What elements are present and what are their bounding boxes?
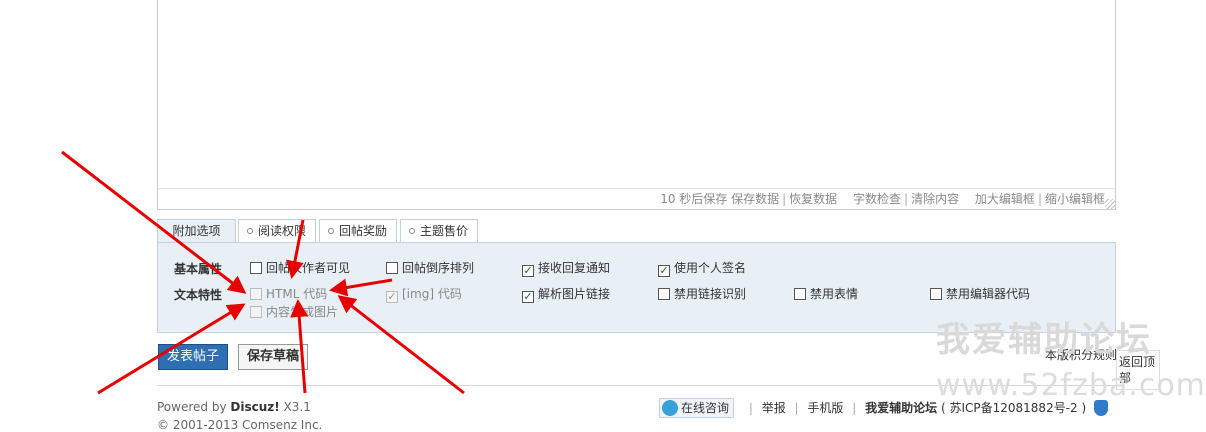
text-features-label: 文本特性 [174, 288, 223, 302]
tab-thread-price[interactable]: 主题售价 [400, 219, 478, 242]
option-img-code[interactable]: ✓ [img] 代码 [386, 286, 462, 303]
tab-read-permission[interactable]: 阅读权限 [238, 219, 316, 242]
clear-content-link[interactable]: 清除内容 [911, 192, 959, 206]
option-reply-reverse-order[interactable]: 回帖倒序排列 [386, 260, 474, 276]
checkbox-checked-disabled[interactable]: ✓ [386, 291, 398, 303]
resize-grip-icon[interactable] [1105, 199, 1115, 209]
checkbox[interactable] [250, 262, 262, 274]
checkbox[interactable] [386, 262, 398, 274]
checkbox-checked[interactable]: ✓ [658, 265, 670, 277]
option-disable-smilies[interactable]: 禁用表情 [794, 286, 858, 302]
save-draft-button[interactable]: 保存草稿 [238, 344, 308, 370]
checkbox[interactable] [930, 288, 942, 300]
option-parse-image-links[interactable]: ✓ 解析图片链接 [522, 286, 610, 303]
discuz-link[interactable]: Discuz! [230, 400, 279, 414]
enlarge-editor-link[interactable]: 加大编辑框 [975, 192, 1035, 206]
option-content-to-image[interactable]: 内容生成图片 [250, 304, 338, 320]
bullet-icon [328, 228, 334, 234]
option-receive-reply-notice[interactable]: ✓ 接收回复通知 [522, 260, 610, 277]
checkbox-disabled[interactable] [250, 306, 262, 318]
tab-extra-options[interactable]: 附加选项 [157, 219, 236, 243]
copyright-text: © 2001-2013 Comsenz Inc. [157, 418, 323, 432]
tab-reply-reward[interactable]: 回帖奖励 [319, 219, 397, 242]
checkbox[interactable] [658, 288, 670, 300]
autosave-countdown: 10 秒后保存 [660, 192, 728, 206]
save-data-link[interactable]: 保存数据 [731, 192, 779, 206]
checkbox-checked[interactable]: ✓ [522, 291, 534, 303]
bullet-icon [409, 228, 415, 234]
checkbox-checked[interactable]: ✓ [522, 265, 534, 277]
chat-icon [661, 400, 678, 416]
option-reply-author-only[interactable]: 回帖仅作者可见 [250, 260, 350, 276]
watermark-title: 我爱辅助论坛 [936, 320, 1152, 360]
mobile-version-link[interactable]: 手机版 [807, 401, 843, 415]
site-name-link[interactable]: 我爱辅助论坛 [865, 401, 937, 415]
restore-data-link[interactable]: 恢复数据 [789, 192, 837, 206]
option-disable-link-detect[interactable]: 禁用链接识别 [658, 286, 746, 302]
option-use-signature[interactable]: ✓ 使用个人签名 [658, 260, 746, 277]
watermark-url: www.52fzba.com [936, 368, 1206, 403]
post-editor[interactable]: 10 秒后保存 保存数据 | 恢复数据 字数检查 | 清除内容 加大编辑框 | 缩小编辑框 [157, 0, 1116, 210]
online-consult-button[interactable]: 在线咨询 [658, 398, 734, 418]
option-disable-editor-code[interactable]: 禁用编辑器代码 [930, 286, 1030, 302]
checkbox-disabled[interactable] [250, 288, 262, 300]
editor-status-bar: 10 秒后保存 保存数据 | 恢复数据 字数检查 | 清除内容 加大编辑框 | 缩小编辑框 [158, 188, 1115, 209]
powered-by: Powered by Discuz! X3.1 [157, 400, 311, 414]
icp-link[interactable]: ( 苏ICP备12081882号-2 ) [941, 401, 1086, 415]
post-thread-button[interactable]: 发表帖子 [158, 344, 228, 370]
word-check-link[interactable]: 字数检查 [853, 192, 901, 206]
basic-attributes-label: 基本属性 [174, 262, 223, 276]
bullet-icon [247, 228, 253, 234]
option-html-code[interactable]: HTML 代码 [250, 286, 327, 302]
shrink-editor-link[interactable]: 缩小编辑框 [1045, 192, 1105, 206]
checkbox[interactable] [794, 288, 806, 300]
report-link[interactable]: 举报 [762, 401, 786, 415]
